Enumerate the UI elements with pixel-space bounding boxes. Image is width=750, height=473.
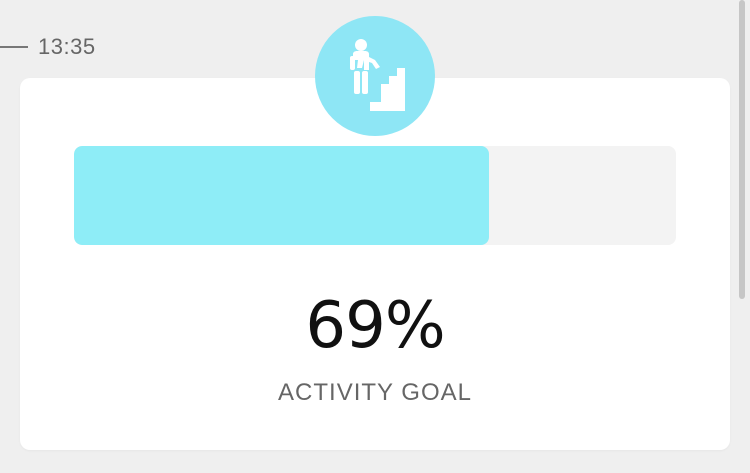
- activity-percent: 69%: [305, 289, 445, 363]
- timestamp: 13:35: [38, 34, 96, 59]
- activity-goal-label: ACTIVITY GOAL: [278, 379, 472, 406]
- scrollbar-thumb[interactable]: [739, 0, 745, 299]
- scrollbar[interactable]: [738, 0, 750, 473]
- progress-fill: [74, 146, 490, 245]
- activity-badge: [315, 16, 435, 136]
- stairs-climber-icon: [350, 39, 405, 111]
- progress-track: [74, 146, 676, 245]
- timeline-line: [0, 46, 28, 48]
